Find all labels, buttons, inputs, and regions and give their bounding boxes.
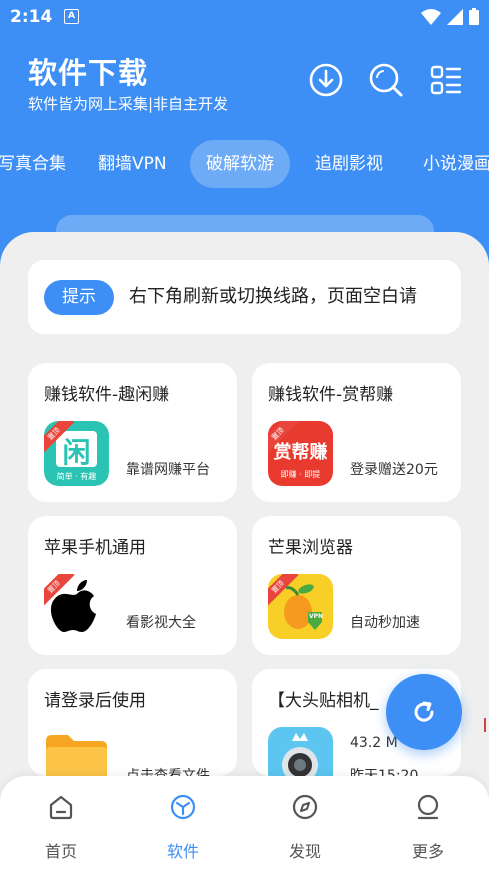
refresh-button[interactable] [386, 674, 462, 750]
page-subtitle: 软件皆为网上采集|非自主开发 [28, 95, 229, 113]
app-notification-icon: A [64, 9, 79, 24]
file-size: 43.2 M [350, 735, 398, 751]
search-icon[interactable] [366, 60, 406, 100]
status-right [421, 8, 479, 25]
page-title: 软件下载 [28, 56, 149, 90]
card-desc: 登录赠送20元 [350, 462, 438, 478]
card-title: 苹果手机通用 [44, 538, 146, 558]
app-card[interactable]: 芒果浏览器 VPN 置顶 自动秒加速 [252, 516, 461, 655]
status-bar: 2:14 A [0, 0, 489, 34]
file-time: 昨天15:20 [350, 768, 419, 776]
category-tabs: 写真合集 翻墙VPN 破解软游 追剧影视 小说漫画 [0, 140, 489, 188]
card-title: 【大头贴相机_ [268, 691, 379, 711]
card-desc: 看影视大全 [126, 615, 196, 631]
tip-banner: 提示 右下角刷新或切换线路，页面空白请 [28, 260, 461, 334]
mango-vpn-label: VPN [309, 613, 324, 620]
app-card[interactable]: 赚钱软件-赏帮赚 赏帮赚 即赚 · 即提 置顶 登录赠送20元 [252, 363, 461, 502]
tab-drama-video[interactable]: 追剧影视 [299, 140, 399, 188]
nav-label: 软件 [166, 842, 199, 861]
card-desc: 自动秒加速 [350, 615, 420, 631]
quxianzhuan-slogan: 简单 · 有趣 [56, 472, 97, 481]
battery-icon [469, 8, 479, 25]
download-icon[interactable] [306, 60, 346, 100]
card-title: 请登录后使用 [44, 691, 146, 711]
card-title: 赚钱软件-趣闲赚 [44, 385, 170, 405]
menu-list-icon[interactable] [426, 60, 466, 100]
tab-photo-collection[interactable]: 写真合集 [0, 140, 82, 188]
quxianzhuan-app-icon: 闲 简单 · 有趣 置顶 [44, 421, 109, 486]
tab-novel-comic[interactable]: 小说漫画 [407, 140, 489, 188]
nav-more[interactable]: 更多 [388, 794, 468, 862]
tip-text: 右下角刷新或切换线路，页面空白请 [129, 286, 417, 307]
nav-home[interactable]: 首页 [21, 794, 101, 862]
nav-label: 发现 [288, 842, 321, 861]
cube-icon [170, 794, 196, 820]
mango-browser-icon: VPN 置顶 [268, 574, 333, 639]
user-icon [417, 794, 439, 820]
tip-badge: 提示 [44, 280, 114, 315]
status-time: 2:14 [10, 7, 53, 27]
signal-icon [447, 8, 463, 25]
shangbangzhuan-app-icon: 赏帮赚 即赚 · 即提 置顶 [268, 421, 333, 486]
refresh-icon [414, 701, 434, 722]
app-card[interactable]: 苹果手机通用 置顶 看影视大全 [28, 516, 237, 655]
nav-label: 更多 [411, 842, 444, 861]
wifi-icon [421, 8, 441, 25]
compass-icon [292, 794, 318, 820]
nav-label: 首页 [44, 842, 77, 861]
camera-app-icon [268, 727, 333, 776]
card-desc: 点击查看文件 [126, 768, 210, 776]
folder-icon [44, 727, 109, 776]
nav-discover[interactable]: 发现 [265, 794, 345, 862]
tab-vpn[interactable]: 翻墙VPN [82, 140, 183, 188]
nav-software[interactable]: 软件 [143, 794, 223, 862]
home-icon [49, 795, 73, 820]
shangbangzhuan-slogan: 即赚 · 即提 [280, 470, 321, 479]
tab-cracked-games[interactable]: 破解软游 [190, 140, 290, 188]
apple-icon: 置顶 [44, 574, 109, 639]
scroll-edge-indicator [484, 718, 486, 732]
card-title: 赚钱软件-赏帮赚 [268, 385, 394, 405]
app-card[interactable]: 赚钱软件-趣闲赚 闲 简单 · 有趣 置顶 靠谱网赚平台 [28, 363, 237, 502]
app-card[interactable]: 请登录后使用 点击查看文件 [28, 669, 237, 776]
bottom-navigation: 首页 软件 发现 更多 [0, 776, 489, 869]
card-title: 芒果浏览器 [268, 538, 353, 558]
card-desc: 靠谱网赚平台 [126, 462, 210, 478]
